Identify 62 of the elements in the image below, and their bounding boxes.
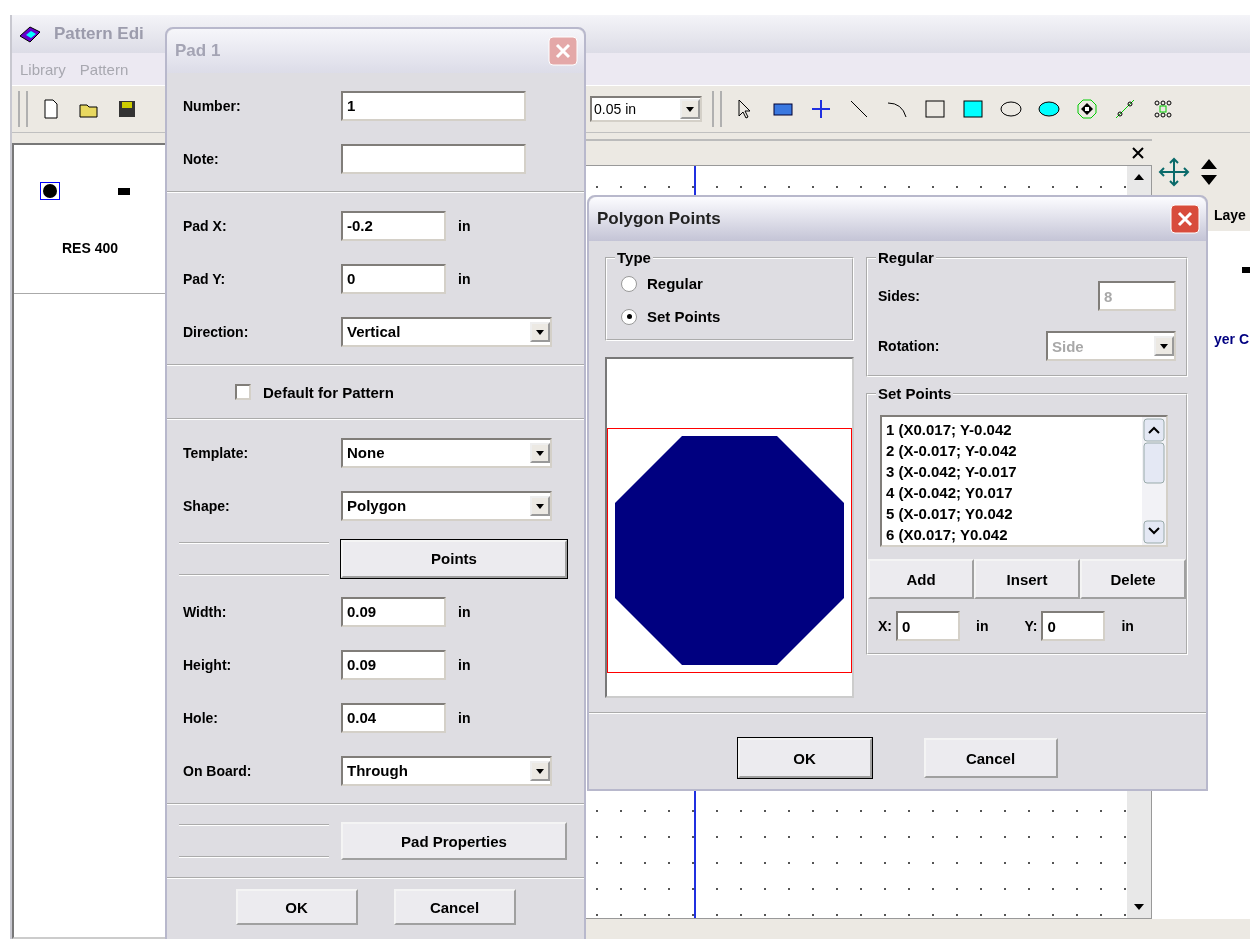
field-label: Direction: <box>183 323 250 340</box>
list-item[interactable]: 5 (X-0.017; Y0.042 <box>886 503 1138 524</box>
dropdown-field[interactable]: Through <box>341 755 552 786</box>
checkbox-label: Default for Pattern <box>263 383 394 401</box>
unit-label: in <box>458 603 471 620</box>
group-title: Regular <box>876 249 936 266</box>
unit-label: in <box>458 656 471 673</box>
dialog-button[interactable]: Add <box>868 559 974 599</box>
dialog-button[interactable]: OK <box>737 738 872 778</box>
dialog-button[interactable]: Cancel <box>923 738 1058 778</box>
field-label: Note: <box>183 150 220 167</box>
text-field[interactable]: 0 <box>341 263 446 294</box>
points-list[interactable]: 1 (X0.017; Y-0.042 2 (X-0.017; Y-0.042 3 (X-0.042; Y-0.017 4 (X-0.042; Y0.017 5 (X-0.017; Y0.042 6 (X0.017; Y0.042 <box>880 415 1168 547</box>
field-label: Y: <box>1024 618 1038 634</box>
field-label: Pad Y: <box>183 270 227 287</box>
list-item[interactable]: 4 (X-0.042; Y0.017 <box>886 482 1138 503</box>
text-field[interactable]: 0.09 <box>341 596 446 627</box>
y-field[interactable]: 0 <box>1041 611 1106 641</box>
radio-label: Regular <box>647 275 703 292</box>
text-field[interactable]: 0.09 <box>341 649 446 680</box>
field-label: Pad X: <box>183 217 228 234</box>
text-field[interactable]: 0.04 <box>341 702 446 733</box>
radio-label: Set Points <box>647 308 721 325</box>
dialog-button[interactable]: Pad Properties <box>341 822 567 860</box>
dialog-button[interactable]: Points <box>341 539 567 578</box>
dialog-button[interactable]: Cancel <box>393 889 516 925</box>
field-label: Width: <box>183 603 228 620</box>
field-label: X: <box>878 618 892 634</box>
unit-label: in <box>458 709 471 726</box>
text-field[interactable]: -0.2 <box>341 210 446 241</box>
pattern-name: RES 400 <box>61 240 118 256</box>
unit-label: in <box>458 270 471 287</box>
dialog-button[interactable]: OK <box>235 889 358 925</box>
dialog-title: Polygon Points <box>597 209 721 229</box>
field-label: On Board: <box>183 762 253 779</box>
list-item[interactable]: 6 (X0.017; Y0.042 <box>886 524 1138 545</box>
dialog-button[interactable]: Delete <box>1080 559 1186 599</box>
dropdown-field[interactable]: Vertical <box>341 316 552 347</box>
dropdown-field[interactable]: Polygon <box>341 490 552 521</box>
unit-label: in <box>458 217 471 234</box>
grid-size-field[interactable]: 0.05 in <box>590 96 702 122</box>
field-label: Height: <box>183 656 233 673</box>
unit-label: in <box>976 618 989 634</box>
field-label: Hole: <box>183 709 219 726</box>
unit-label: in <box>1121 618 1134 634</box>
window-title: Pattern Edi <box>54 24 144 44</box>
layer-label: yer C <box>1214 331 1250 347</box>
dialog-title: Pad 1 <box>175 41 221 61</box>
field-label: Template: <box>183 444 250 461</box>
dropdown-field[interactable]: None <box>341 437 552 468</box>
panel-tab[interactable]: Laye <box>1214 207 1246 223</box>
x-field[interactable]: 0 <box>896 611 960 641</box>
field-label: Number: <box>183 97 242 114</box>
field-label: Sides: <box>878 288 920 304</box>
list-item[interactable]: 2 (X-0.017; Y-0.042 <box>886 440 1138 461</box>
field-label: Shape: <box>183 497 231 514</box>
field-label: Rotation: <box>878 338 940 354</box>
list-item[interactable]: 3 (X-0.042; Y-0.017 <box>886 461 1138 482</box>
list-item[interactable]: 1 (X0.017; Y-0.042 <box>886 419 1138 440</box>
text-field[interactable]: 1 <box>341 90 526 121</box>
group-title: Set Points <box>876 385 954 402</box>
dialog-button[interactable]: Insert <box>974 559 1080 599</box>
